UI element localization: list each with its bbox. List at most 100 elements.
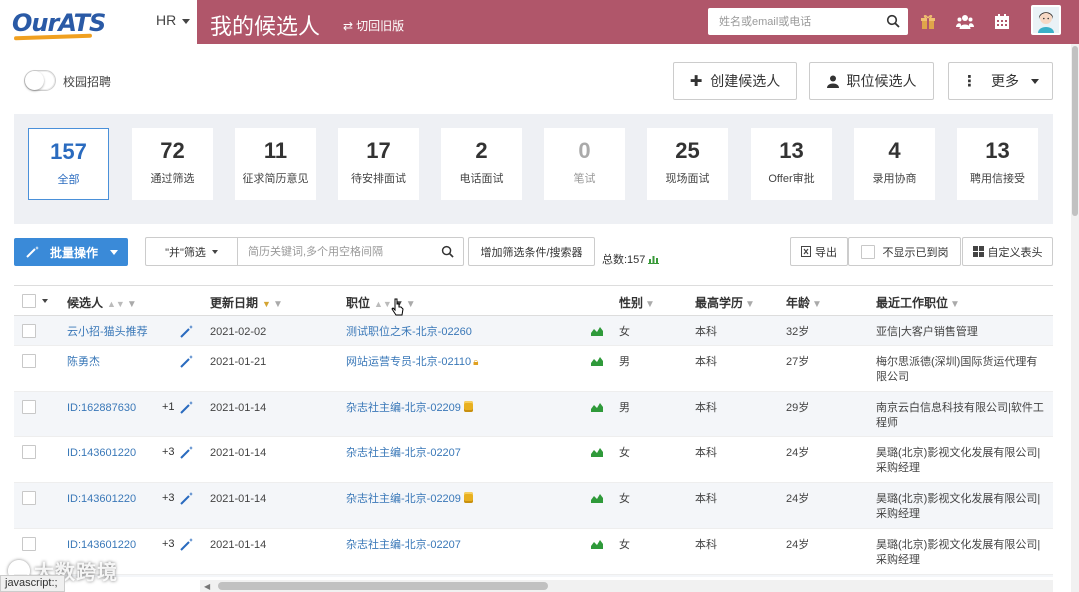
position-link[interactable]: 测试职位之禾-北京-02260 (346, 325, 472, 340)
gender: 女 (619, 539, 630, 551)
filter-icon[interactable]: ▼ (645, 299, 655, 310)
chevron-down-icon[interactable] (42, 299, 48, 303)
stat-card-onsite-interview[interactable]: 25 现场面试 (647, 128, 728, 200)
area-chart-icon[interactable] (591, 355, 603, 366)
table-row[interactable]: ID:143601220 +3 2021-01-14 杂志社主编-北京-02207 女 本… (14, 529, 1053, 575)
user-avatar[interactable] (1031, 5, 1061, 35)
area-chart-icon[interactable] (591, 401, 603, 412)
global-search-input[interactable] (708, 8, 882, 35)
batch-operations-button[interactable]: 批量操作 (14, 238, 128, 266)
candidate-name-link[interactable]: 云小招-猫头推荐 (67, 325, 148, 340)
related-count[interactable]: +1 (162, 401, 175, 413)
resume-keyword-input[interactable] (242, 238, 432, 265)
area-chart-icon[interactable] (591, 492, 603, 503)
filter-icon[interactable]: ▼ (273, 299, 283, 310)
area-chart-icon[interactable] (591, 538, 603, 549)
scroll-left-arrow-icon[interactable]: ◀ (204, 582, 210, 591)
area-chart-icon[interactable] (591, 325, 603, 336)
filter-icon[interactable]: ▼ (406, 299, 416, 310)
search-icon[interactable] (441, 245, 454, 258)
magic-wand-icon[interactable] (180, 354, 194, 368)
stat-card-resume-review[interactable]: 11 征求简历意见 (235, 128, 316, 200)
stat-card-all[interactable]: 157 全部 (28, 128, 109, 200)
col-gender[interactable]: 性别 ▼ (619, 294, 655, 311)
stat-card-offer-accepted[interactable]: 13 聘用信接受 (957, 128, 1038, 200)
table-row[interactable]: ID:162887630 +1 2021-01-14 杂志社主编-北京-02209 男 本… (14, 392, 1053, 437)
position-candidate-button[interactable]: 职位候选人 (809, 62, 934, 100)
position-link[interactable]: 杂志社主编-北京-02209 (346, 401, 473, 416)
sort-icon[interactable]: ▲▼ (374, 299, 392, 309)
filter-icon[interactable]: ▼ (812, 299, 822, 310)
select-all-checkbox[interactable] (22, 294, 36, 308)
more-button[interactable]: ⋮ 更多 (948, 62, 1053, 100)
hide-onboarded-toggle[interactable]: 不显示已到岗 (848, 237, 961, 266)
candidate-name-link[interactable]: 陈勇杰 (67, 355, 100, 370)
magic-wand-icon[interactable] (180, 537, 194, 551)
candidate-name-link[interactable]: ID:143601220 (67, 538, 136, 553)
search-icon[interactable] (886, 14, 900, 28)
users-icon[interactable] (956, 13, 974, 31)
stat-card-offer-approval[interactable]: 13 Offer审批 (751, 128, 832, 200)
page-title: 我的候选人 (210, 14, 321, 39)
horizontal-scrollbar[interactable]: ◀ (200, 580, 1053, 592)
stat-card-hire-negotiation[interactable]: 4 录用协商 (854, 128, 935, 200)
table-row[interactable]: ID:143601220 +3 2021-01-14 杂志社主编-北京-02207 女 本… (14, 437, 1053, 483)
related-count[interactable]: +3 (162, 538, 175, 550)
add-filter-button[interactable]: 增加筛选条件/搜索器 (468, 237, 595, 266)
bar-chart-icon[interactable] (648, 254, 660, 264)
position-link[interactable]: 网站运营专员-北京-02110 🔒︎ (346, 355, 478, 370)
gift-icon[interactable] (919, 13, 937, 31)
row-checkbox[interactable] (22, 491, 36, 505)
custom-header-button[interactable]: 自定义表头 (962, 237, 1053, 266)
row-checkbox[interactable] (22, 324, 36, 338)
row-checkbox[interactable] (22, 354, 36, 368)
candidate-name-link[interactable]: ID:143601220 (67, 446, 136, 461)
col-updated[interactable]: 更新日期 ▼ ▼ (210, 294, 283, 311)
export-button[interactable]: 导出 (790, 237, 848, 266)
position-link[interactable]: 杂志社主编-北京-02209 (346, 492, 473, 507)
vertical-scrollbar[interactable] (1071, 44, 1079, 592)
row-checkbox[interactable] (22, 400, 36, 414)
logo[interactable]: OurATS (12, 9, 106, 41)
stat-card-written-test[interactable]: 0 笔试 (544, 128, 625, 200)
related-count[interactable]: +3 (162, 446, 175, 458)
role-select[interactable]: HR (156, 12, 191, 28)
filter-icon[interactable]: ▼ (745, 299, 755, 310)
candidate-name-link[interactable]: ID:143601220 (67, 492, 136, 507)
scroll-thumb[interactable] (218, 582, 548, 590)
col-age[interactable]: 年龄 ▼ (786, 294, 822, 311)
table-row[interactable]: 云小招-猫头推荐 2021-02-02 测试职位之禾-北京-02260 女 本科 32岁 亚… (14, 316, 1053, 346)
stat-card-phone-interview[interactable]: 2 电话面试 (441, 128, 522, 200)
sort-icon[interactable]: ▲▼ (107, 299, 125, 309)
create-candidate-button[interactable]: ✚ 创建候选人 (673, 62, 797, 100)
col-last-job[interactable]: 最近工作职位 ▼ (876, 294, 960, 311)
sort-desc-icon[interactable]: ▼ (262, 299, 271, 309)
magic-wand-icon[interactable] (180, 491, 194, 505)
hide-onboarded-checkbox[interactable] (860, 244, 875, 259)
area-chart-icon[interactable] (591, 446, 603, 457)
candidate-name-link[interactable]: ID:162887630 (67, 401, 136, 416)
stat-card-passed[interactable]: 72 通过筛选 (132, 128, 213, 200)
switch-old-version-link[interactable]: ⇄ 切回旧版 (343, 17, 404, 34)
table-row[interactable]: ID:143601220 +3 2021-01-14 杂志社主编-北京-02209 女 本… (14, 483, 1053, 529)
filter-icon[interactable]: ▼ (127, 299, 137, 310)
scroll-thumb[interactable] (1072, 46, 1078, 216)
row-checkbox[interactable] (22, 537, 36, 551)
magic-wand-icon[interactable] (180, 445, 194, 459)
related-count[interactable]: +3 (162, 492, 175, 504)
campus-recruit-toggle[interactable] (24, 70, 56, 91)
magic-wand-icon[interactable] (180, 324, 194, 338)
position-link[interactable]: 杂志社主编-北京-02207 (346, 538, 461, 553)
and-filter-dropdown[interactable]: "并"筛选 (146, 238, 238, 265)
filter-icon[interactable]: ▼ (950, 299, 960, 310)
magic-wand-icon[interactable] (180, 400, 194, 414)
calendar-icon[interactable] (993, 13, 1011, 31)
position-link[interactable]: 杂志社主编-北京-02207 (346, 446, 461, 461)
table-row[interactable]: 陈勇杰 2021-01-21 网站运营专员-北京-02110 🔒︎ 男 本科 27岁 梅尔思派… (14, 346, 1053, 392)
col-position[interactable]: 职位▲▼▼▼ (346, 294, 416, 311)
stat-card-to-schedule[interactable]: 17 待安排面试 (338, 128, 419, 200)
row-checkbox[interactable] (22, 445, 36, 459)
col-candidate[interactable]: 候选人 ▲▼ ▼ (67, 294, 137, 311)
col-education[interactable]: 最高学历 ▼ (695, 294, 755, 311)
table-row[interactable]: ID:803587718 (14, 575, 1053, 577)
